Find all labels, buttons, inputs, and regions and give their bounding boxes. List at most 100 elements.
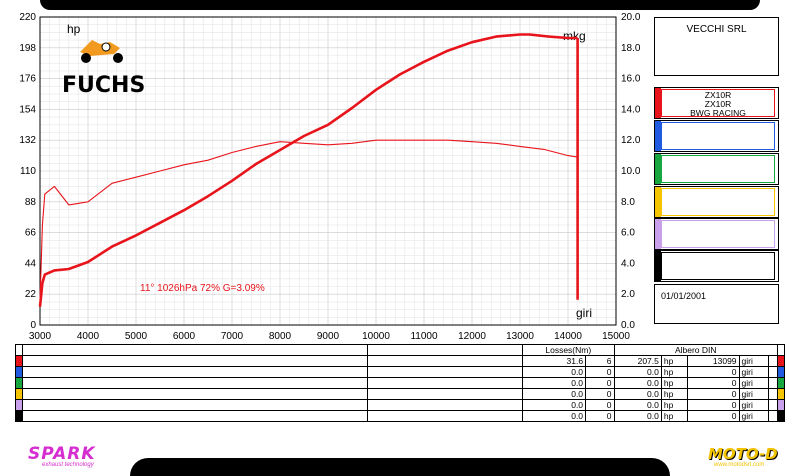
y-tick-right-label: 2.0 [621, 289, 635, 300]
losses-header: Losses(Nm) [522, 344, 615, 356]
row-color-marker [15, 366, 23, 378]
y-tick-right-label: 18.0 [621, 43, 641, 54]
x-tick-label: 9000 [317, 331, 340, 342]
row-hp-unit: hp [660, 410, 688, 422]
row-blank-c [767, 388, 779, 400]
x-tick-label: 12000 [458, 331, 486, 342]
x-axis: 3000 4000 5000 6000 7000 8000 9000 10000 11000 12… [29, 331, 630, 342]
x-tick-label: 3000 [29, 331, 52, 342]
y-tick-left-label: 44 [25, 258, 37, 269]
row-blank-b [367, 388, 523, 400]
y-tick-left-label: 132 [19, 135, 36, 146]
run-legend-4 [654, 186, 779, 218]
row-loss2: 0 [585, 410, 615, 422]
row-color-marker [15, 399, 23, 411]
row-rpm: 0 [686, 388, 740, 400]
row-rpm-unit: giri [738, 355, 769, 367]
motod-logo: MOTO-D [708, 445, 778, 463]
row-blank-c [767, 410, 779, 422]
row-rpm-unit: giri [738, 377, 769, 389]
y-tick-right-label: 16.0 [621, 74, 641, 85]
row-hp-unit: hp [660, 399, 688, 411]
right-unit-label: mkg [563, 29, 586, 43]
row-blank-a [22, 388, 368, 400]
row-loss2: 0 [585, 366, 615, 378]
y-tick-left-label: 0 [30, 320, 36, 331]
run-legend-2 [654, 120, 779, 152]
row-color-marker [15, 355, 23, 367]
row-blank-c [767, 366, 779, 378]
row-blank-a [22, 366, 368, 378]
row-rpm: 0 [686, 399, 740, 411]
row-blank-a [22, 399, 368, 411]
table-row: 0.0 0 0.0 hp 0 giri [15, 366, 785, 378]
row-loss: 0.0 [521, 410, 587, 422]
x-tick-label: 6000 [173, 331, 196, 342]
row-loss2: 0 [585, 399, 615, 411]
x-tick-label: 13000 [506, 331, 534, 342]
row-blank-b [367, 355, 523, 367]
row-hp: 0.0 [613, 388, 662, 400]
run-date: 01/01/2001 [661, 291, 707, 301]
y-axis-right: 0.0 2.0 4.0 6.0 8.0 10.0 12.0 14.0 16.0 18.0 20.0 [621, 12, 641, 331]
row-hp-unit: hp [660, 355, 688, 367]
run-legend-5 [654, 218, 779, 250]
row-color-marker [777, 366, 785, 378]
y-tick-right-label: 20.0 [621, 12, 641, 23]
row-blank-a [22, 410, 368, 422]
motod-url: www.motodsrl.com [714, 462, 765, 468]
y-tick-right-label: 8.0 [621, 197, 635, 208]
row-color-marker [777, 399, 785, 411]
row-hp: 0.0 [613, 410, 662, 422]
y-tick-left-label: 220 [19, 12, 36, 23]
x-tick-label: 11000 [410, 331, 438, 342]
x-tick-label: 4000 [77, 331, 100, 342]
x-tick-label: 8000 [269, 331, 292, 342]
y-tick-left-label: 198 [19, 43, 36, 54]
left-unit-label: hp [67, 22, 81, 36]
table-row: 0.0 0 0.0 hp 0 giri [15, 410, 785, 422]
row-loss2: 6 [585, 355, 615, 367]
row-color-marker [777, 388, 785, 400]
row-loss: 31.6 [521, 355, 587, 367]
table-row: 0.0 0 0.0 hp 0 giri [15, 377, 785, 389]
y-axis-left: 0 22 44 66 88 110 132 154 176 198 220 [19, 12, 36, 331]
table-header-row: Losses(Nm) Albero DIN [15, 344, 785, 356]
row-loss2: 0 [585, 377, 615, 389]
table-row: 31.6 6 207.5 hp 13099 giri [15, 355, 785, 367]
y-tick-left-label: 154 [19, 104, 36, 115]
row-hp-unit: hp [660, 388, 688, 400]
row-rpm-unit: giri [738, 410, 769, 422]
y-tick-right-label: 6.0 [621, 228, 635, 239]
row-blank-c [767, 377, 779, 389]
y-tick-right-label: 10.0 [621, 166, 641, 177]
row-blank-c [767, 355, 779, 367]
company-box: VECCHI SRL [654, 17, 779, 76]
summary-table: Losses(Nm) Albero DIN 31.6 6 207.5 hp 13099 g… [15, 344, 785, 422]
row-blank-a [22, 377, 368, 389]
row-hp: 0.0 [613, 399, 662, 411]
y-tick-left-label: 176 [19, 74, 36, 85]
row-loss: 0.0 [521, 388, 587, 400]
x-tick-label: 10000 [362, 331, 390, 342]
row-rpm-unit: giri [738, 366, 769, 378]
fuchs-logo-text: FUCHS [62, 73, 145, 98]
row-color-marker [15, 388, 23, 400]
run-legend-6 [654, 250, 779, 282]
test-conditions-note: 11° 1026hPa 72% G=3.09% [140, 283, 265, 294]
row-color-marker [15, 410, 23, 422]
run-team: BWG RACING [690, 108, 746, 118]
run-legend-1: ZX10R ZX10R BWG RACING [654, 87, 779, 119]
company-name: VECCHI SRL [686, 24, 747, 35]
albero-header: Albero DIN [613, 344, 779, 356]
row-rpm: 13099 [686, 355, 740, 367]
y-tick-left-label: 88 [25, 197, 37, 208]
row-loss: 0.0 [521, 366, 587, 378]
fuchs-logo: FUCHS [62, 40, 145, 98]
row-rpm: 0 [686, 410, 740, 422]
y-tick-left-label: 110 [20, 166, 36, 177]
row-rpm-unit: giri [738, 399, 769, 411]
x-tick-label: 5000 [125, 331, 148, 342]
row-hp-unit: hp [660, 377, 688, 389]
spark-logo: SPARK [28, 444, 96, 464]
